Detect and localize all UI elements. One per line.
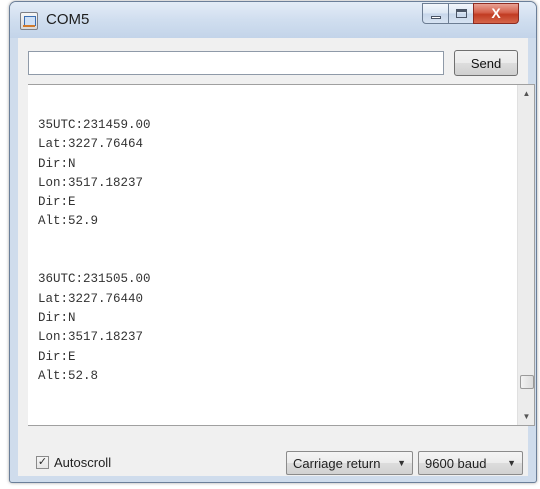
serial-output[interactable]: 35UTC:231459.00 Lat:3227.76464 Dir:N Lon:35… — [28, 84, 535, 426]
log-line: Alt:52.8 — [38, 368, 99, 383]
line-ending-value: Carriage return — [293, 456, 381, 471]
title-bar[interactable]: COM5 X — [10, 2, 536, 38]
serial-output-text: 35UTC:231459.00 Lat:3227.76464 Dir:N Lon:35… — [38, 116, 508, 386]
log-line: Lat:3227.76440 — [38, 291, 144, 306]
close-button[interactable]: X — [473, 3, 519, 24]
log-line: 35UTC:231459.00 — [38, 118, 151, 132]
log-line: Dir:N — [38, 156, 76, 171]
baud-rate-value: 9600 baud — [425, 456, 487, 471]
log-line: Dir:E — [38, 349, 76, 364]
log-line: Lat:3227.76464 — [38, 137, 144, 152]
chevron-down-icon: ▼ — [397, 458, 406, 468]
log-line: 36UTC:231505.00 — [38, 272, 151, 287]
minimize-icon — [431, 16, 441, 19]
scroll-down-icon[interactable]: ▼ — [518, 408, 535, 425]
serial-monitor-window: COM5 X Send 35UTC:231459.00 Lat:3227.7646… — [9, 1, 537, 483]
log-line: Alt:52.9 — [38, 214, 99, 229]
close-icon: X — [491, 5, 501, 21]
serial-monitor-icon — [20, 12, 38, 30]
minimize-button[interactable] — [422, 3, 449, 24]
footer-bar: ✓ Autoscroll Carriage return ▼ 9600 baud… — [18, 436, 528, 476]
log-line: Lon:3517.18237 — [38, 175, 144, 190]
scroll-up-icon[interactable]: ▲ — [518, 85, 535, 102]
log-line: Dir:E — [38, 195, 76, 210]
scrollbar-thumb[interactable] — [520, 375, 534, 389]
baud-rate-select[interactable]: 9600 baud ▼ — [418, 451, 523, 475]
maximize-icon — [456, 9, 467, 18]
autoscroll-checkbox[interactable]: ✓ — [36, 456, 49, 469]
checkmark-icon: ✓ — [37, 456, 48, 468]
log-line: Lon:3517.18237 — [38, 330, 144, 345]
vertical-scrollbar[interactable]: ▲ ▼ — [517, 85, 534, 425]
chevron-down-icon: ▼ — [507, 458, 516, 468]
autoscroll-label[interactable]: Autoscroll — [54, 455, 111, 470]
line-ending-select[interactable]: Carriage return ▼ — [286, 451, 413, 475]
window-title: COM5 — [46, 11, 90, 28]
send-button[interactable]: Send — [454, 50, 518, 76]
maximize-button[interactable] — [448, 3, 474, 24]
log-line: Dir:N — [38, 310, 76, 325]
monitor-content: Send 35UTC:231459.00 Lat:3227.76464 Dir:N L… — [18, 38, 535, 476]
send-input[interactable] — [28, 51, 444, 75]
